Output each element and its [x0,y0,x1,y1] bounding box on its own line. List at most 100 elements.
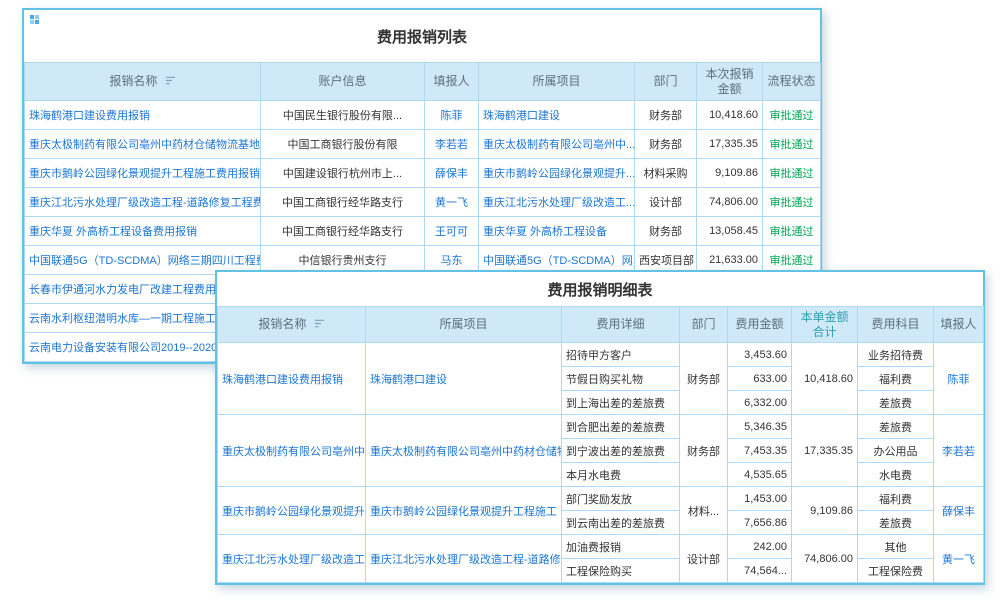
report-name-link[interactable]: 重庆市鹅岭公园绿化景观提升工程... [222,506,366,518]
total-cell: 10,418.60 [792,343,858,415]
category-cell: 其他 [858,535,934,559]
filler-link[interactable]: 黄一飞 [435,197,468,209]
col-header-amount: 费用金额 [728,307,792,343]
filler-link[interactable]: 黄一飞 [942,554,975,566]
report-name-link[interactable]: 重庆太极制药有限公司亳州中药材... [222,446,366,458]
dept-cell: 财务部 [680,343,728,415]
expense-detail-cell: 本月水电费 [562,463,680,487]
table-row: 重庆江北污水处理厂级改造工程-道路修复工程费用... 中国工商银行经华路支行 黄… [25,188,821,217]
category-cell: 差旅费 [858,511,934,535]
expense-detail-cell: 部门奖励发放 [562,487,680,511]
account-cell: 中国工商银行经华路支行 [261,188,425,217]
expense-detail-cell: 招待甲方客户 [562,343,680,367]
project-link[interactable]: 珠海鹤港口建设 [483,110,560,122]
project-link[interactable]: 重庆江北污水处理厂级改造工... [483,197,635,209]
status-link[interactable]: 审批通过 [770,255,814,267]
status-link[interactable]: 审批通过 [770,168,814,180]
filler-link[interactable]: 李若若 [942,446,975,458]
total-cell: 74,806.00 [792,535,858,583]
amount-cell: 7,453.35 [728,439,792,463]
sort-icon[interactable] [314,318,325,329]
status-link[interactable]: 审批通过 [770,226,814,238]
project-link[interactable]: 珠海鹤港口建设 [370,374,447,386]
report-name-link[interactable]: 重庆江北污水处理厂级改造工程-... [222,554,366,566]
col-header-expense-detail: 费用详细 [562,307,680,343]
table-row: 重庆市鹅岭公园绿化景观提升工程施工费用报销 中国建设银行杭州市上... 薛保丰 … [25,159,821,188]
amount-cell: 17,335.35 [697,130,763,159]
project-link[interactable]: 重庆太极制药有限公司亳州中药材仓储物流... [370,446,562,458]
report-name-link[interactable]: 云南水利枢纽潜明水库—一期工程施工标 [29,313,227,325]
report-name-link[interactable]: 重庆太极制药有限公司亳州中药材仓储物流基地项... [29,139,261,151]
category-cell: 工程保险费 [858,559,934,583]
amount-cell: 7,656.86 [728,511,792,535]
account-cell: 中国工商银行经华路支行 [261,217,425,246]
category-cell: 办公用品 [858,439,934,463]
filler-link[interactable]: 陈菲 [441,110,463,122]
table-row: 重庆江北污水处理厂级改造工程-... 重庆江北污水处理厂级改造工程-道路修复工.… [218,535,984,559]
amount-cell: 3,453.60 [728,343,792,367]
filler-link[interactable]: 马东 [441,255,463,267]
project-link[interactable]: 重庆江北污水处理厂级改造工程-道路修复工... [370,554,562,566]
dept-cell: 财务部 [635,101,697,130]
col-header-report-name-label: 报销名称 [258,317,306,331]
filler-link[interactable]: 王可可 [435,226,468,238]
dept-cell: 财务部 [635,130,697,159]
project-link[interactable]: 中国联通5G（TD-SCDMA）网... [483,255,635,267]
project-link[interactable]: 重庆华夏 外高桥工程设备 [483,226,607,238]
table-row: 珠海鹤港口建设费用报销 中国民生银行股份有限... 陈菲 珠海鹤港口建设 财务部… [25,101,821,130]
report-name-link[interactable]: 珠海鹤港口建设费用报销 [29,110,150,122]
report-name-link[interactable]: 重庆市鹅岭公园绿化景观提升工程施工费用报销 [29,168,260,180]
sort-icon[interactable] [165,75,176,86]
report-name-link[interactable]: 重庆华夏 外高桥工程设备费用报销 [29,226,197,238]
expense-detail-cell: 到云南出差的差旅费 [562,511,680,535]
table-row: 重庆市鹅岭公园绿化景观提升工程... 重庆市鹅岭公园绿化景观提升工程施工 部门奖… [218,487,984,511]
project-link[interactable]: 重庆市鹅岭公园绿化景观提升... [483,168,635,180]
expense-detail-cell: 加油费报销 [562,535,680,559]
filler-link[interactable]: 陈菲 [948,374,970,386]
expense-detail-cell: 到宁波出差的差旅费 [562,439,680,463]
dept-cell: 材料采购 [635,159,697,188]
report-name-link[interactable]: 云南电力设备安装有限公司2019--2020年 [29,342,228,354]
expense-detail-cell: 节假日购买礼物 [562,367,680,391]
dept-cell: 设计部 [635,188,697,217]
status-link[interactable]: 审批通过 [770,110,814,122]
grid-icon [30,15,39,24]
table-row: 珠海鹤港口建设费用报销 珠海鹤港口建设 招待甲方客户 财务部 3,453.60 … [218,343,984,367]
category-cell: 差旅费 [858,391,934,415]
col-header-project: 所属项目 [479,63,635,101]
category-cell: 业务招待费 [858,343,934,367]
account-cell: 中国民生银行股份有限... [261,101,425,130]
status-link[interactable]: 审批通过 [770,197,814,209]
report-name-link[interactable]: 中国联通5G（TD-SCDMA）网络三期四川工程费... [29,255,261,267]
category-cell: 福利费 [858,487,934,511]
col-header-dept: 部门 [680,307,728,343]
filler-link[interactable]: 薛保丰 [435,168,468,180]
category-cell: 差旅费 [858,415,934,439]
status-link[interactable]: 审批通过 [770,139,814,151]
project-link[interactable]: 重庆市鹅岭公园绿化景观提升工程施工 [370,506,557,518]
expense-detail-cell: 到合肥出差的差旅费 [562,415,680,439]
col-header-filler: 填报人 [425,63,479,101]
account-cell: 中国工商银行股份有限 [261,130,425,159]
table-row: 重庆太极制药有限公司亳州中药材仓储物流基地项... 中国工商银行股份有限 李若若… [25,130,821,159]
account-cell: 中国建设银行杭州市上... [261,159,425,188]
col-header-report-name: 报销名称 [25,63,261,101]
filler-link[interactable]: 李若若 [435,139,468,151]
amount-cell: 9,109.86 [697,159,763,188]
project-link[interactable]: 重庆太极制药有限公司亳州中... [483,139,635,151]
col-header-status: 流程状态 [763,63,821,101]
amount-cell: 6,332.00 [728,391,792,415]
col-header-dept: 部门 [635,63,697,101]
amount-cell: 5,346.35 [728,415,792,439]
category-cell: 水电费 [858,463,934,487]
col-header-account: 账户信息 [261,63,425,101]
report-name-link[interactable]: 重庆江北污水处理厂级改造工程-道路修复工程费用... [29,197,261,209]
col-header-category: 费用科目 [858,307,934,343]
report-name-link[interactable]: 珠海鹤港口建设费用报销 [222,374,343,386]
report-name-link[interactable]: 长春市伊通河水力发电厂改建工程费用报销 [29,284,238,296]
amount-cell: 74,564... [728,559,792,583]
filler-link[interactable]: 薛保丰 [942,506,975,518]
detail-header-row: 报销名称 所属项目 费用详细 部门 费用金额 本单金额合计 费用科目 填报人 [218,307,984,343]
expense-detail-table: 报销名称 所属项目 费用详细 部门 费用金额 本单金额合计 费用科目 填报人 珠… [217,306,984,583]
col-header-amount: 本次报销金额 [697,63,763,101]
